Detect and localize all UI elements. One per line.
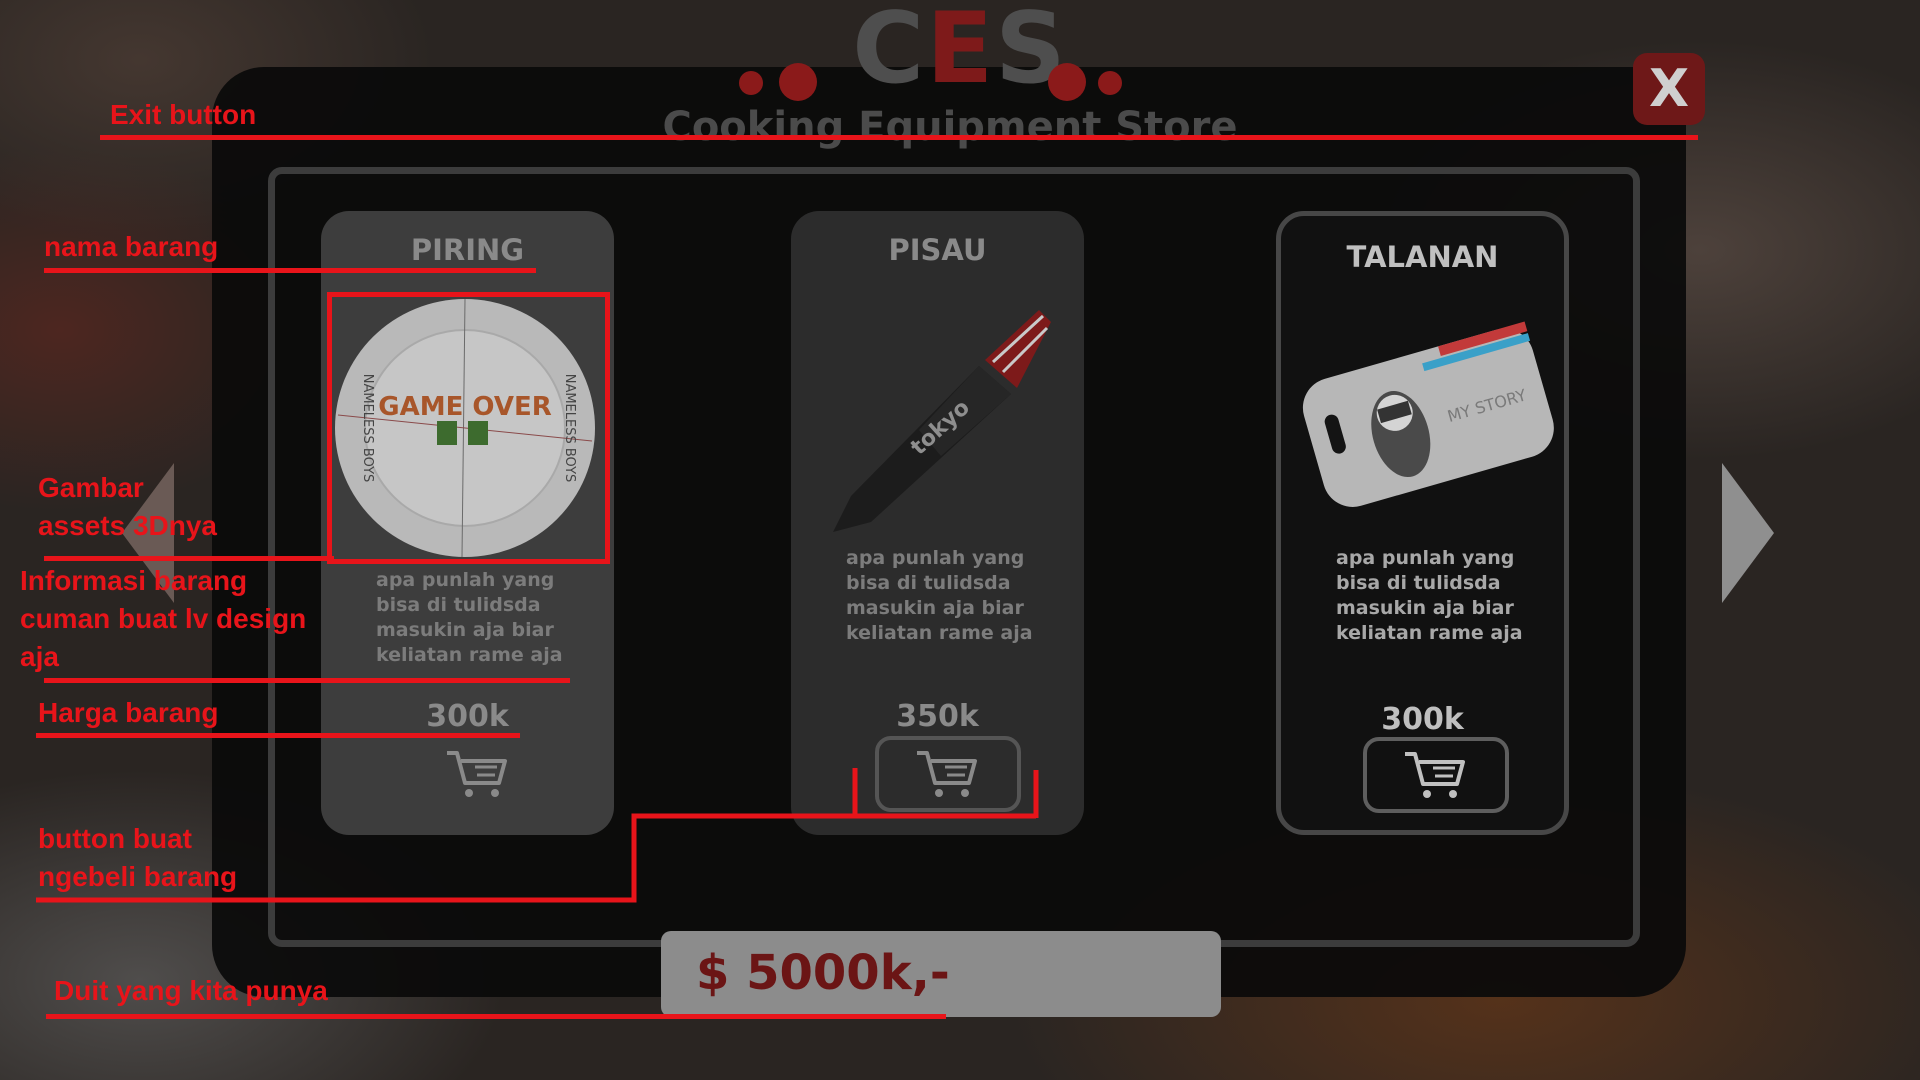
annotation-buy: button buat ngebeli barang [38, 823, 238, 892]
logo-dot [739, 71, 763, 95]
item-card-talanan[interactable]: TALANAN MY STORY apa punlah yang bisa di… [1276, 211, 1569, 835]
store-subtitle: Cooking Equipment Store [662, 104, 1238, 150]
cutting-board-3d-icon: MY STORY [1302, 321, 1554, 507]
arrow-right-icon[interactable] [1722, 463, 1774, 603]
cart-icon [447, 751, 507, 797]
annotation-line [44, 678, 570, 683]
annotation-line [46, 1014, 946, 1019]
item-name: PISAU [888, 233, 987, 267]
exit-button[interactable]: X [1633, 53, 1705, 125]
item-price: 350k [896, 699, 979, 734]
logo-dot [779, 63, 817, 101]
annotation-line [44, 268, 536, 273]
buy-button[interactable] [1363, 737, 1509, 813]
item-description: apa punlah yang bisa di tulidsda masukin… [376, 569, 563, 666]
item-price: 300k [426, 699, 509, 734]
annotation-name: nama barang [44, 231, 219, 262]
item-price: 300k [1381, 702, 1464, 737]
wallet-box: $ 5000k,- [661, 931, 1221, 1017]
annotation-money: Duit yang kita punya [54, 975, 328, 1006]
annotation-exit: Exit button [110, 99, 257, 130]
annotation-line [100, 135, 1698, 140]
logo-dot [1048, 63, 1086, 101]
item-card-pisau[interactable]: PISAU tokyo apa punlah yang bisa di tuli… [791, 211, 1084, 835]
store-logo: CES [735, 0, 1185, 104]
annotation-info: Informasi barang cuman buat lv design aj… [20, 565, 307, 672]
buy-button[interactable] [405, 736, 551, 812]
annotation-price: Harga barang [38, 697, 219, 728]
logo-dot [1098, 71, 1122, 95]
item-description: apa punlah yang bisa di tulidsda masukin… [1336, 547, 1523, 644]
knife-3d-icon: tokyo [833, 310, 1051, 532]
cart-icon [1405, 752, 1465, 798]
annotation-image: Gambar assets 3Dnya [38, 472, 218, 541]
cart-icon [917, 751, 977, 797]
item-name: TALANAN [1346, 240, 1499, 274]
annotation-image-box [327, 292, 610, 564]
item-name: PIRING [410, 233, 525, 267]
wallet-amount: $ 5000k,- [696, 945, 950, 1001]
annotation-line [44, 556, 334, 561]
buy-button[interactable] [875, 736, 1021, 812]
item-description: apa punlah yang bisa di tulidsda masukin… [846, 547, 1033, 644]
annotation-line [36, 733, 520, 738]
